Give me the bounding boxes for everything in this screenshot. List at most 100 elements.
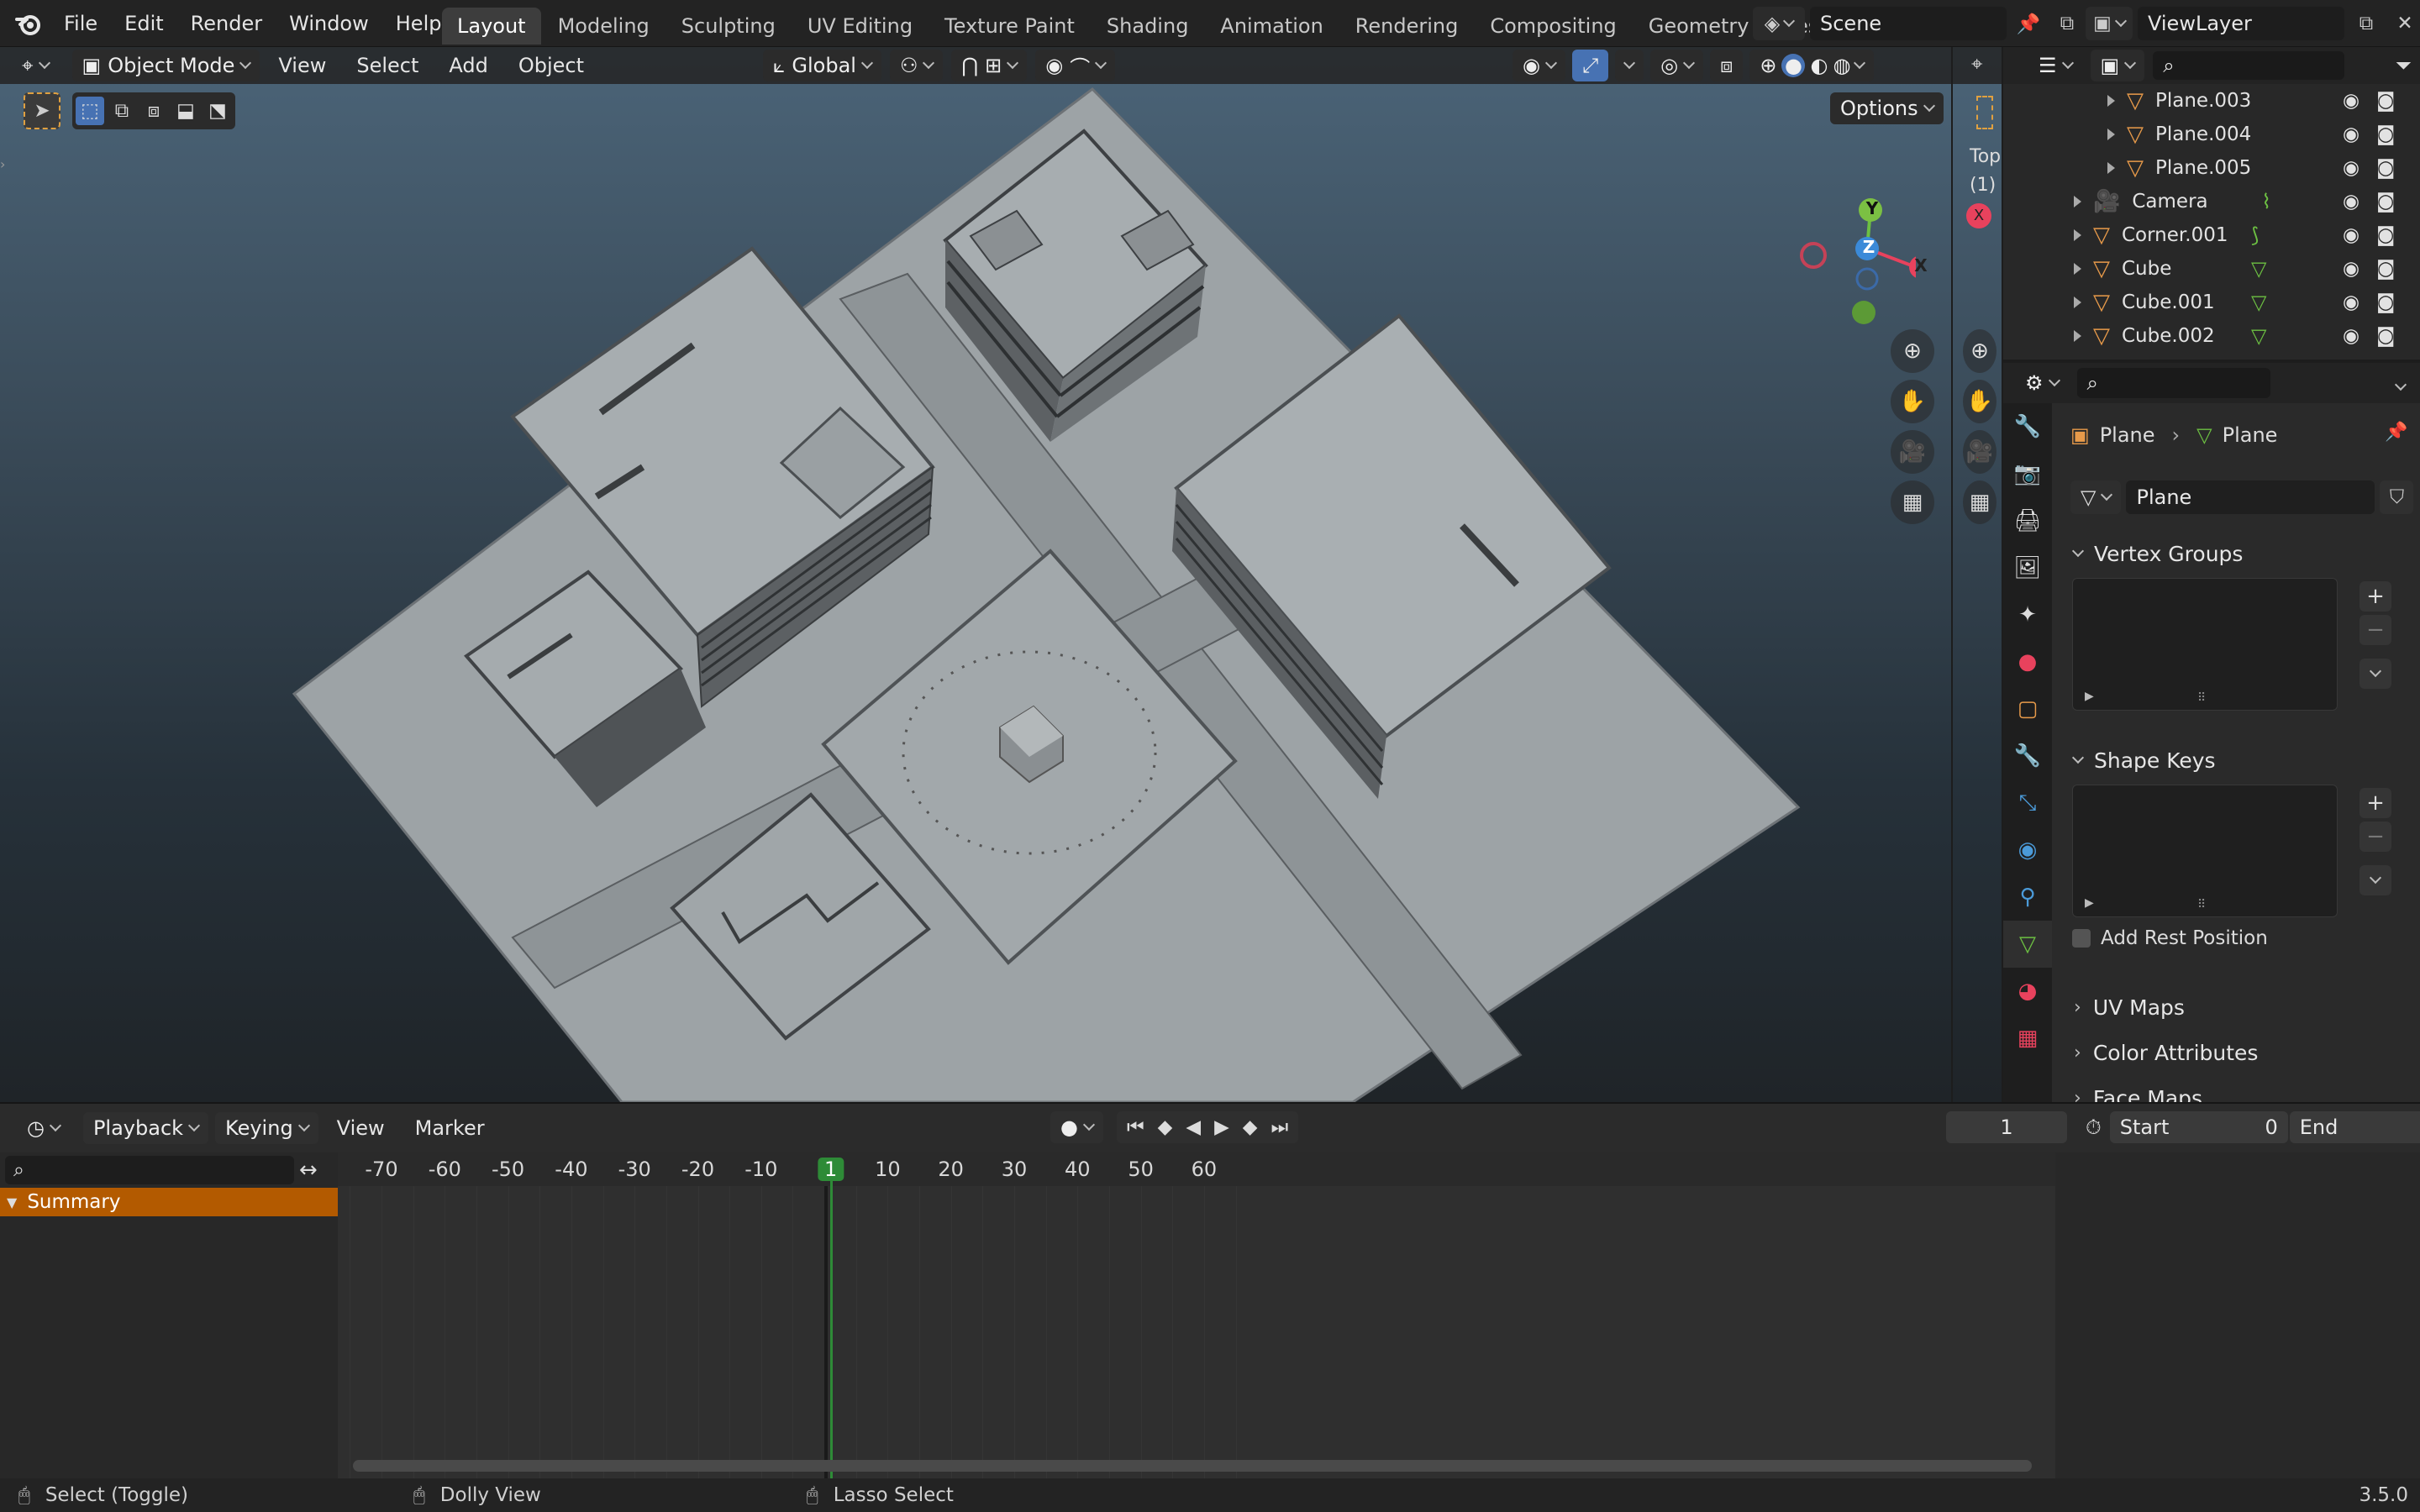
properties-editor-type[interactable]: ⚙ <box>2015 367 2069 399</box>
gizmo-toggle[interactable]: ⤢ <box>1571 50 1609 81</box>
visibility-eye-icon[interactable]: ◉ <box>2343 157 2360 179</box>
mesh-data-icon[interactable]: ▽ <box>2251 324 2266 348</box>
outliner-item[interactable]: ▽ Cube.003 ▽ ◉ ◙ <box>2003 353 2420 360</box>
gizmo-dropdown[interactable] <box>1615 50 1644 81</box>
vp2-camera-icon[interactable]: 🎥 <box>1963 430 1996 474</box>
secondary-viewport[interactable]: ⌖ Top (1) X ⊕ ✋ 🎥 ▦ <box>1953 47 2002 1102</box>
render-camera-icon[interactable]: ◙ <box>2376 123 2395 145</box>
snap-toggle[interactable]: ⋂ ⊞ <box>951 50 1028 81</box>
transform-orientation-dropdown[interactable]: ⟀ Global <box>763 50 881 81</box>
vertex-group-specials-button[interactable] <box>2360 659 2391 689</box>
physics-tab-icon[interactable]: ◉ <box>2003 827 2052 874</box>
extend-selection-icon[interactable]: ⧉ <box>108 97 136 125</box>
tab-texture-paint[interactable]: Texture Paint <box>929 8 1090 45</box>
visibility-eye-icon[interactable]: ◉ <box>2343 191 2360 213</box>
tab-sculpting[interactable]: Sculpting <box>666 8 791 45</box>
timeline-dopesheet[interactable]: -70 -60 -50 -40 -30 -20 -10 1 10 20 30 40 50 60 <box>338 1152 2055 1478</box>
expand-triangle-icon[interactable]: ▼ <box>7 1194 17 1210</box>
add-rest-position-checkbox[interactable] <box>2072 929 2091 948</box>
channel-search-input[interactable]: ⌕ <box>5 1156 294 1184</box>
perspective-toggle-button[interactable]: ▦ <box>1891 480 1934 524</box>
shape-keys-list[interactable]: ▶ ⠿ <box>2072 785 2338 917</box>
solid-shading-icon[interactable]: ● <box>1781 54 1806 77</box>
visibility-eye-icon[interactable]: ◉ <box>2343 325 2360 347</box>
pivot-dropdown[interactable]: ⚇ <box>889 50 944 81</box>
outliner-item[interactable]: 🎥 Camera ⌇ ◉ ◙ <box>2003 185 2420 218</box>
viewlayer-name-field[interactable]: ViewLayer <box>2138 7 2344 40</box>
add-shape-key-button[interactable]: + <box>2360 788 2391 818</box>
summary-channel[interactable]: ▼ Summary <box>0 1188 338 1216</box>
expand-triangle-icon[interactable] <box>2074 229 2081 241</box>
expand-triangle-icon[interactable]: ▶ <box>2085 896 2094 910</box>
playhead-line[interactable] <box>829 1181 833 1478</box>
play-icon[interactable]: ▶ <box>1209 1116 1234 1138</box>
invert-selection-icon[interactable]: ⬓ <box>171 97 200 125</box>
timeline-menu-marker[interactable]: Marker <box>403 1116 497 1140</box>
proportional-edit-toggle[interactable]: ◉ ⌒ <box>1035 50 1116 81</box>
remove-shape-key-button[interactable]: − <box>2360 822 2391 852</box>
navigation-gizmo[interactable] <box>1790 148 1916 341</box>
material-shading-icon[interactable]: ◐ <box>1810 54 1828 77</box>
fake-user-button[interactable]: ⛉ <box>2380 480 2414 514</box>
expand-triangle-icon[interactable] <box>2074 196 2081 207</box>
visibility-eye-icon[interactable]: ◉ <box>2343 359 2360 360</box>
expand-triangle-icon[interactable] <box>2107 129 2115 140</box>
pin-icon[interactable]: 📌 <box>2012 7 2045 40</box>
tab-compositing[interactable]: Compositing <box>1475 8 1631 45</box>
render-camera-icon[interactable]: ◙ <box>2376 325 2395 347</box>
vp2-editor-icon[interactable]: ⌖ <box>1971 52 1983 76</box>
object-tab-icon[interactable]: ▢ <box>2003 685 2052 732</box>
wireframe-shading-icon[interactable]: ⊕ <box>1760 54 1776 77</box>
color-attributes-panel[interactable]: › Color Attributes <box>2059 1032 2258 1074</box>
add-vertex-group-button[interactable]: + <box>2360 581 2391 612</box>
tab-shading[interactable]: Shading <box>1092 8 1204 45</box>
remove-vertex-group-button[interactable]: − <box>2360 615 2391 645</box>
render-camera-icon[interactable]: ◙ <box>2376 359 2395 360</box>
outliner-item[interactable]: ▽ Cube.001 ▽ ◉ ◙ <box>2003 286 2420 319</box>
jump-to-keyframe-prev-icon[interactable]: ◆ <box>1153 1116 1178 1138</box>
timeline-menu-view[interactable]: View <box>325 1116 397 1140</box>
outliner-item[interactable]: ▽ Cube.002 ▽ ◉ ◙ <box>2003 319 2420 353</box>
gizmo-neg-x-axis[interactable] <box>1800 242 1827 269</box>
viewport-menu-view[interactable]: View <box>266 54 338 77</box>
properties-search-input[interactable]: ⌕ <box>2076 368 2270 398</box>
shape-key-specials-button[interactable] <box>2360 865 2391 895</box>
menu-window[interactable]: Window <box>276 0 382 47</box>
material-tab-icon[interactable]: ◕ <box>2003 968 2052 1015</box>
mode-dropdown[interactable]: ▣ Object Mode <box>71 50 260 81</box>
left-region-toggle[interactable]: › <box>0 156 8 181</box>
jump-to-start-icon[interactable]: ⏮ <box>1122 1116 1150 1138</box>
face-maps-panel[interactable]: › Face Maps <box>2059 1077 2202 1103</box>
3d-viewport[interactable]: ⌖ ▣ Object Mode View Select Add Object ⟀… <box>0 47 1951 1102</box>
mesh-data-tab-icon[interactable]: ▽ <box>2003 921 2052 968</box>
gizmo-neg-z-axis[interactable] <box>1855 267 1879 291</box>
camera-data-icon[interactable]: ⌇ <box>2261 190 2271 213</box>
play-reverse-icon[interactable]: ◀ <box>1181 1116 1206 1138</box>
expand-triangle-icon[interactable]: ▶ <box>2085 690 2094 703</box>
subtract-selection-icon[interactable]: ⧈ <box>139 97 168 125</box>
tab-rendering[interactable]: Rendering <box>1340 8 1474 45</box>
output-tab-icon[interactable]: 🖨 <box>2003 497 2052 544</box>
tab-modeling[interactable]: Modeling <box>543 8 665 45</box>
render-camera-icon[interactable]: ◙ <box>2376 258 2395 280</box>
blender-logo-icon[interactable] <box>7 0 50 47</box>
auto-keying-toggle[interactable]: ● <box>1050 1111 1103 1143</box>
outliner-item[interactable]: ▽ Plane.005 ◉ ◙ <box>2003 151 2420 185</box>
shading-modes[interactable]: ⊕ ● ◐ ◍ <box>1749 50 1875 81</box>
texture-tab-icon[interactable]: ▦ <box>2003 1015 2052 1062</box>
outliner-item[interactable]: ▽ Corner.001 ⟆ ◉ ◙ <box>2003 218 2420 252</box>
visibility-eye-icon[interactable]: ◉ <box>2343 90 2360 112</box>
scene-tab-icon[interactable]: ✦ <box>2003 591 2052 638</box>
world-tab-icon[interactable]: ● <box>2003 638 2052 685</box>
menu-file[interactable]: File <box>50 0 111 47</box>
render-camera-icon[interactable]: ◙ <box>2376 90 2395 112</box>
delete-viewlayer-button[interactable]: ✕ <box>2388 7 2420 40</box>
tool-tab-icon[interactable]: 🔧 <box>2003 403 2052 450</box>
outliner-editor-type[interactable]: ☰ <box>2028 50 2082 81</box>
viewlayer-browse-button[interactable]: ▣ <box>2086 7 2133 40</box>
uv-maps-panel[interactable]: › UV Maps <box>2059 986 2185 1028</box>
overlays-toggle[interactable]: ◎ <box>1650 50 1704 81</box>
xray-toggle[interactable]: ⧈ <box>1710 50 1744 81</box>
menu-edit[interactable]: Edit <box>111 0 176 47</box>
tab-uv-editing[interactable]: UV Editing <box>792 8 928 45</box>
